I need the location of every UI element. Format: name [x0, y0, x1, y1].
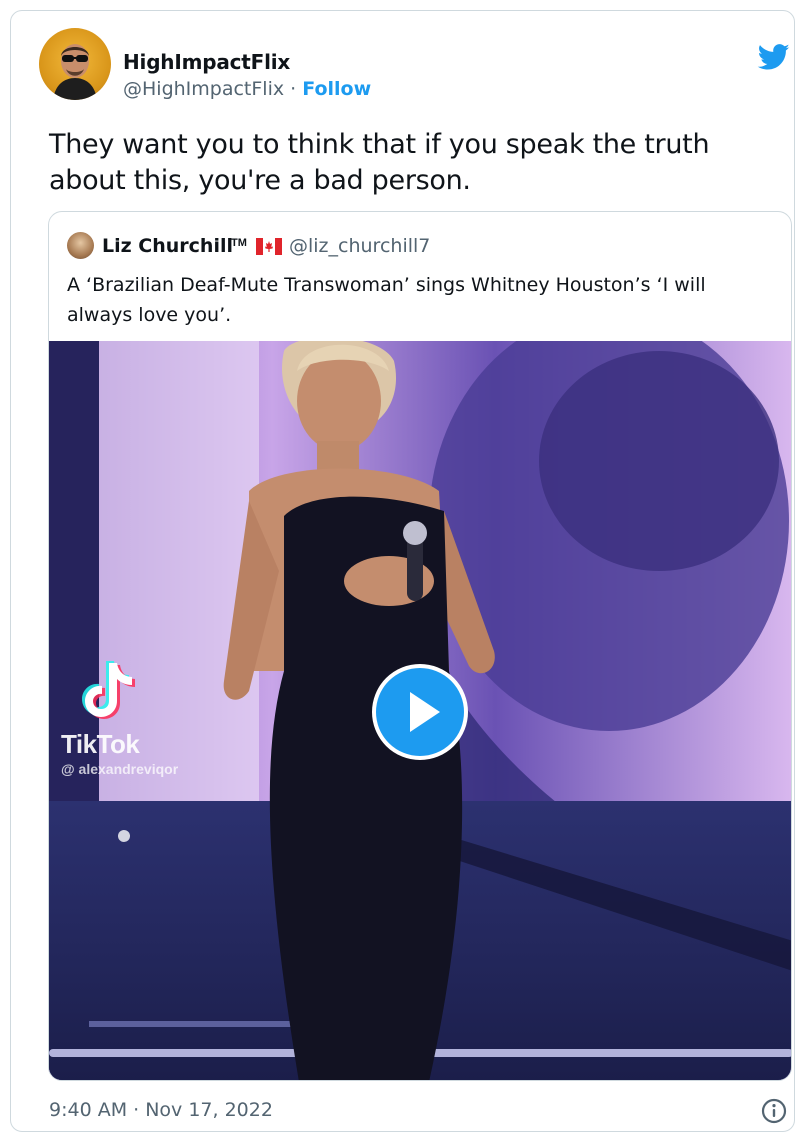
video-player[interactable]: TikTok @ alexandreviqor — [49, 341, 791, 1080]
trademark-symbol: TM — [231, 237, 247, 249]
tweet-card: HighImpactFlix @HighImpactFlix · Follow … — [10, 10, 795, 1132]
follow-button[interactable]: Follow — [302, 78, 371, 100]
tiktok-username-watermark: @ alexandreviqor — [61, 761, 179, 777]
quoted-tweet[interactable]: Liz Churchill TM @liz_churchill7 A ‘Braz… — [48, 211, 792, 1081]
tiktok-watermark: TikTok — [61, 729, 140, 759]
canada-flag-icon — [256, 238, 282, 255]
author-handle-line: @HighImpactFlix · Follow — [123, 78, 371, 100]
tweet-text: They want you to think that if you speak… — [49, 129, 710, 196]
author-name[interactable]: HighImpactFlix — [123, 50, 290, 74]
tiktok-logo-icon — [82, 661, 135, 719]
twitter-bird-icon[interactable] — [756, 41, 792, 73]
info-icon[interactable] — [760, 1097, 788, 1125]
separator-dot: · — [284, 78, 303, 100]
quoted-tweet-text: A ‘Brazilian Deaf-Mute Transwoman’ sings… — [67, 274, 706, 326]
tweet-timestamp[interactable]: 9:40 AM · Nov 17, 2022 — [49, 1099, 273, 1121]
author-avatar[interactable] — [39, 28, 111, 100]
quoted-author-name[interactable]: Liz Churchill — [102, 235, 233, 257]
author-handle[interactable]: @HighImpactFlix — [123, 78, 284, 100]
play-button[interactable] — [372, 664, 468, 760]
play-icon — [410, 692, 440, 732]
quoted-author-avatar[interactable] — [67, 232, 94, 259]
quoted-author-handle[interactable]: @liz_churchill7 — [289, 235, 430, 257]
